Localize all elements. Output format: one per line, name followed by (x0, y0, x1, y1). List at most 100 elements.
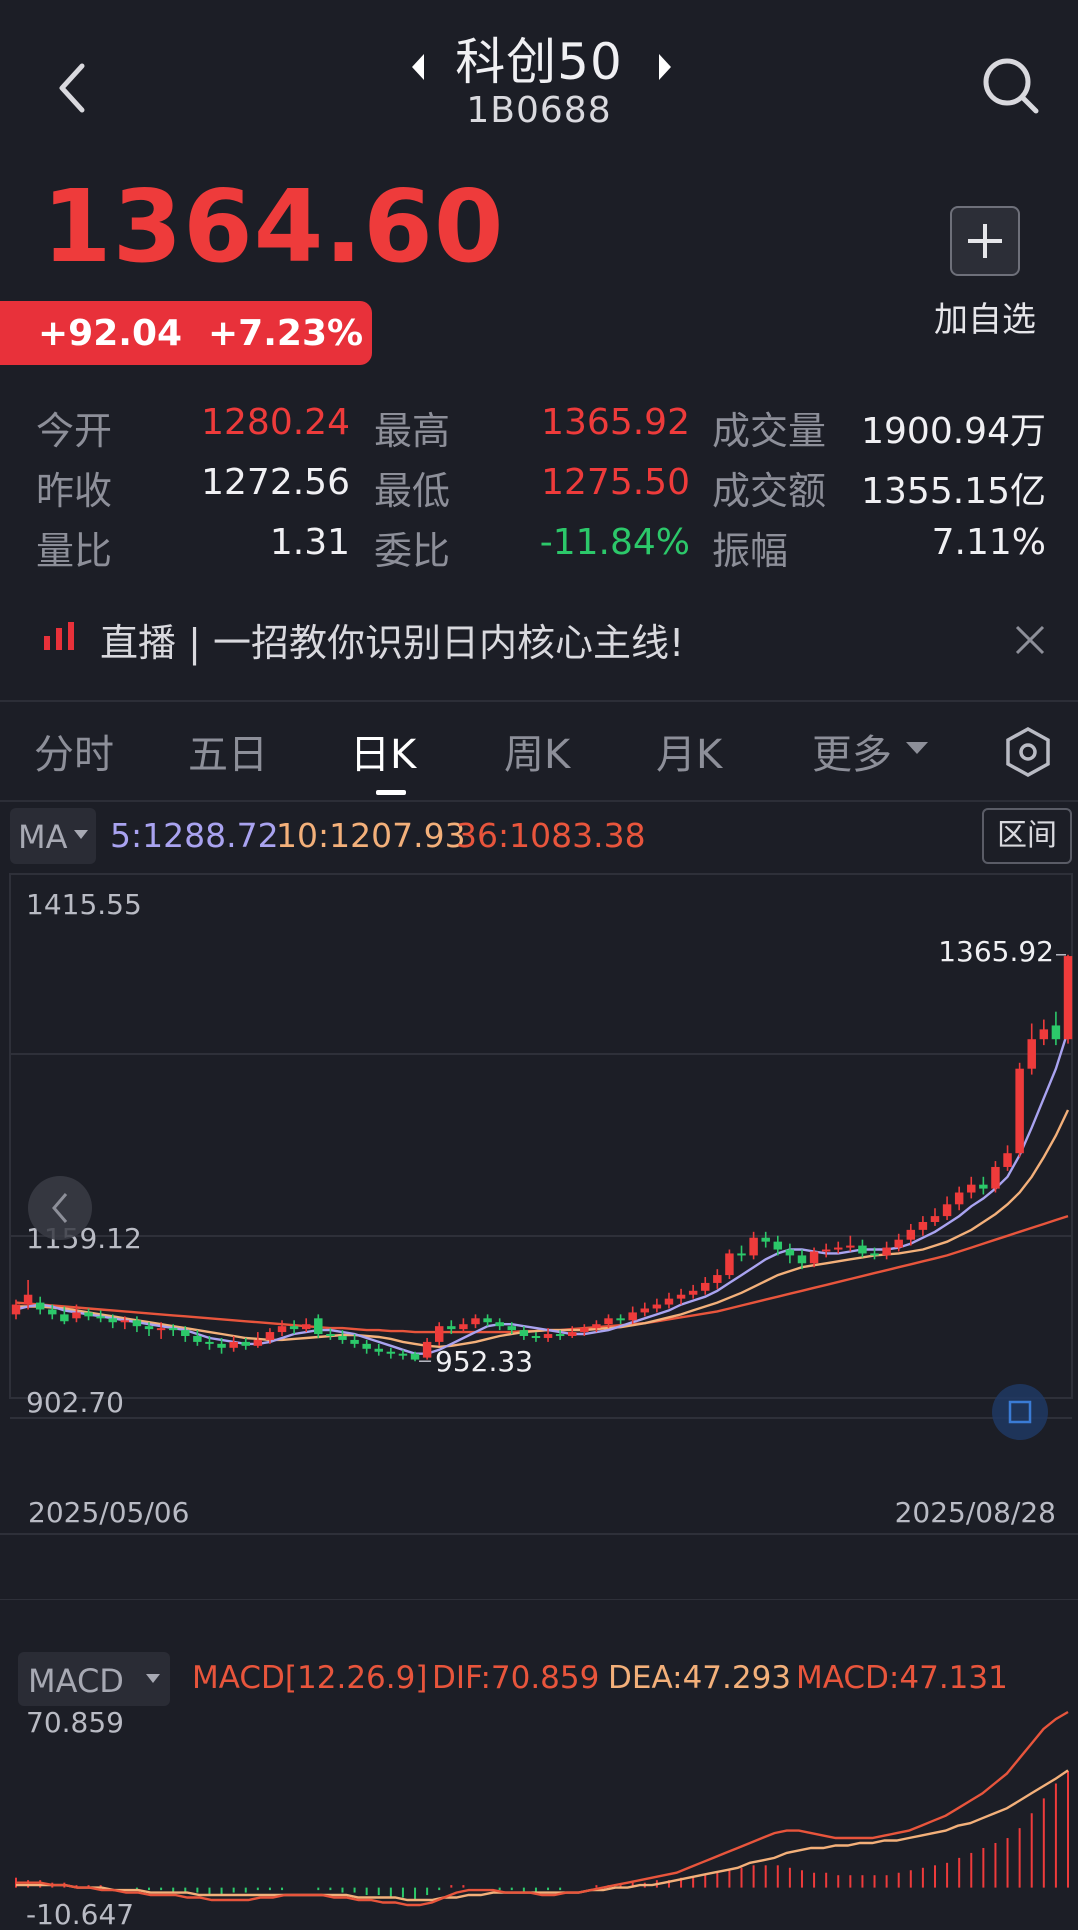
reset-zoom-button[interactable] (992, 1384, 1048, 1440)
stock-detail-page: { "header": { "title": "科创50", "code": "… (0, 0, 1078, 1930)
candle-body (592, 1324, 601, 1329)
candle-body (362, 1343, 371, 1349)
candle-body (84, 1312, 93, 1317)
candle-body (652, 1304, 662, 1309)
candle-body (495, 1322, 504, 1327)
macd-dea: DEA:47.293 (608, 1660, 792, 1696)
candle-body (567, 1332, 577, 1336)
low-annotation: 952.33 (435, 1345, 533, 1378)
candle-body (846, 1245, 855, 1248)
caret-down-icon (146, 1674, 160, 1683)
candle-body (35, 1302, 45, 1310)
current-price: 1364.60 (42, 168, 505, 285)
close-icon[interactable] (1014, 624, 1046, 656)
price-change-percent: +7.23% (208, 313, 364, 354)
stat-value: 1272.56 (201, 462, 350, 503)
macd-bottom-label: -10.647 (26, 1898, 134, 1930)
macd-params: MACD[12.26.9] (192, 1660, 428, 1696)
scroll-left-button[interactable] (28, 1176, 92, 1240)
candle-body (701, 1282, 710, 1291)
more-caret-icon (906, 742, 928, 754)
stock-title: 科创50 (455, 33, 623, 91)
candle-body (1015, 1068, 1024, 1154)
candle-body (386, 1351, 396, 1354)
candle-body (229, 1341, 238, 1348)
active-tab-indicator (376, 790, 406, 795)
tab-3[interactable]: 周K (504, 722, 570, 780)
high-annotation: 1365.92 (938, 935, 1054, 968)
ma5-value: 5:1288.72 (110, 816, 279, 855)
candle-body (894, 1239, 903, 1248)
candle-body (11, 1304, 21, 1315)
candle-body (688, 1290, 698, 1295)
tab-0[interactable]: 分时 (34, 722, 114, 780)
candle-body (737, 1253, 746, 1256)
add-watchlist-button[interactable] (950, 206, 1020, 276)
tab-2[interactable]: 日K (350, 722, 416, 780)
candle-body (1027, 1039, 1036, 1069)
candle-body (120, 1320, 130, 1323)
candle-body (942, 1204, 952, 1217)
next-stock-arrow-icon[interactable] (655, 52, 675, 82)
candle-body (168, 1328, 178, 1331)
candle-body (918, 1222, 928, 1230)
macd-dif: DIF:70.859 (432, 1660, 600, 1696)
candle-body (48, 1309, 57, 1315)
candle-body (253, 1339, 263, 1346)
candle-body (1039, 1029, 1049, 1040)
ma36-value: 36:1083.38 (456, 816, 646, 855)
ma5-line (15, 1030, 1070, 1355)
search-icon[interactable] (980, 55, 1042, 117)
candle-body (954, 1192, 964, 1205)
candle-body (277, 1326, 287, 1333)
candle-body (616, 1318, 625, 1321)
range-button[interactable]: 区间 (982, 808, 1072, 864)
candlestick-chart[interactable]: 1415.551159.12902.702025/05/06 2025/08/28… (0, 870, 1078, 1600)
stat-value: 1355.15亿 (861, 471, 1046, 512)
macd-selector-label: MACD (28, 1662, 124, 1700)
candle-body (628, 1312, 637, 1321)
candle-body (725, 1253, 734, 1276)
candle-body (410, 1353, 420, 1360)
settings-hexagon-icon[interactable] (1004, 726, 1052, 778)
live-banner-text[interactable]: 直播 | 一招教你识别日内核心主线! (100, 612, 684, 667)
tab-5[interactable]: 更多 (812, 722, 892, 780)
candle-body (797, 1255, 807, 1264)
candle-body (580, 1328, 589, 1333)
add-watchlist-label[interactable]: 加自选 (930, 292, 1040, 341)
tab-4[interactable]: 月K (656, 722, 722, 780)
ma-selector[interactable]: MA (10, 808, 96, 864)
candle-body (459, 1324, 468, 1330)
candle-body (289, 1326, 299, 1330)
candle-body (664, 1298, 674, 1305)
stat-label: 振幅 (712, 529, 789, 573)
price-change: +92.04 (38, 313, 183, 354)
candle-body (761, 1237, 770, 1242)
stat-label: 成交量 (712, 409, 827, 453)
candle-body (374, 1348, 383, 1352)
candle-body (398, 1353, 408, 1356)
candle-body (821, 1249, 831, 1252)
start-date-label: 2025/05/06 (28, 1496, 189, 1529)
candle-body (447, 1326, 456, 1330)
candle-body (773, 1241, 783, 1250)
tab-1[interactable]: 五日 (188, 722, 268, 780)
candle-body (555, 1334, 565, 1337)
candle-body (144, 1326, 154, 1330)
live-bars-icon (44, 622, 74, 650)
candle-body (156, 1328, 166, 1331)
candle-body (60, 1314, 69, 1322)
stat-label: 成交额 (712, 469, 827, 513)
candle-body (483, 1318, 492, 1323)
candle-body (809, 1251, 819, 1264)
candle-body (217, 1343, 226, 1348)
stat-value: 1275.50 (541, 462, 690, 503)
candle-body (713, 1275, 722, 1283)
stat-label: 委比 (374, 529, 451, 573)
candle-body (301, 1324, 311, 1330)
stat-label: 最低 (374, 469, 451, 513)
macd-selector[interactable]: MACD (18, 1652, 170, 1706)
candle-body (350, 1339, 359, 1344)
stat-value: 7.11% (931, 522, 1046, 563)
stat-value: -11.84% (539, 522, 690, 563)
